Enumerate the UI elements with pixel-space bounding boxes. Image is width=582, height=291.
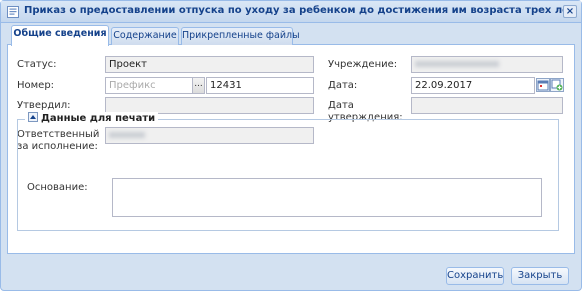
basis-textarea[interactable] [112, 178, 542, 217]
add-date-icon[interactable] [550, 78, 564, 92]
tab-general-info[interactable]: Общие сведения [11, 25, 109, 46]
collapse-icon[interactable] [28, 112, 38, 122]
add-date-glyph [551, 79, 563, 91]
calendar-icon[interactable] [536, 78, 550, 92]
institution-field [411, 56, 563, 73]
redacted-text [415, 61, 499, 67]
window-title: Приказ о предоставлении отпуска по уходу… [24, 5, 575, 16]
number-label: Номер: [17, 80, 55, 91]
print-data-title: Данные для печати [41, 113, 156, 124]
approval-date-field [411, 97, 563, 114]
close-button[interactable]: Закрыть [511, 267, 569, 285]
close-icon[interactable]: × [563, 5, 577, 18]
print-data-legend[interactable]: Данные для печати [25, 112, 159, 126]
calendar-glyph [537, 80, 549, 91]
date-label: Дата: [328, 80, 358, 91]
number-input[interactable]: 12431 [206, 77, 314, 94]
approval-date-label-line1: Дата [328, 100, 354, 111]
institution-label: Учреждение: [328, 59, 398, 70]
approved-by-label: Утвердил: [17, 100, 71, 111]
date-input[interactable]: 22.09.2017 [411, 77, 535, 94]
tab-bar: Общие сведения Содержание Прикрепленные … [7, 25, 575, 46]
dialog-window: Приказ о предоставлении отпуска по уходу… [0, 0, 582, 291]
save-button[interactable]: Сохранить [446, 267, 504, 285]
status-label: Статус: [17, 59, 57, 70]
title-bar[interactable]: Приказ о предоставлении отпуска по уходу… [1, 1, 581, 23]
tab-attached-files[interactable]: Прикрепленные файлы [181, 27, 300, 45]
number-lookup-button[interactable]: ... [192, 77, 205, 94]
number-prefix-input[interactable]: Префикс [105, 77, 193, 94]
status-field: Проект [105, 56, 314, 73]
window-app-icon [7, 6, 19, 18]
tab-content[interactable]: Содержание [111, 27, 179, 45]
basis-label: Основание: [27, 182, 88, 193]
